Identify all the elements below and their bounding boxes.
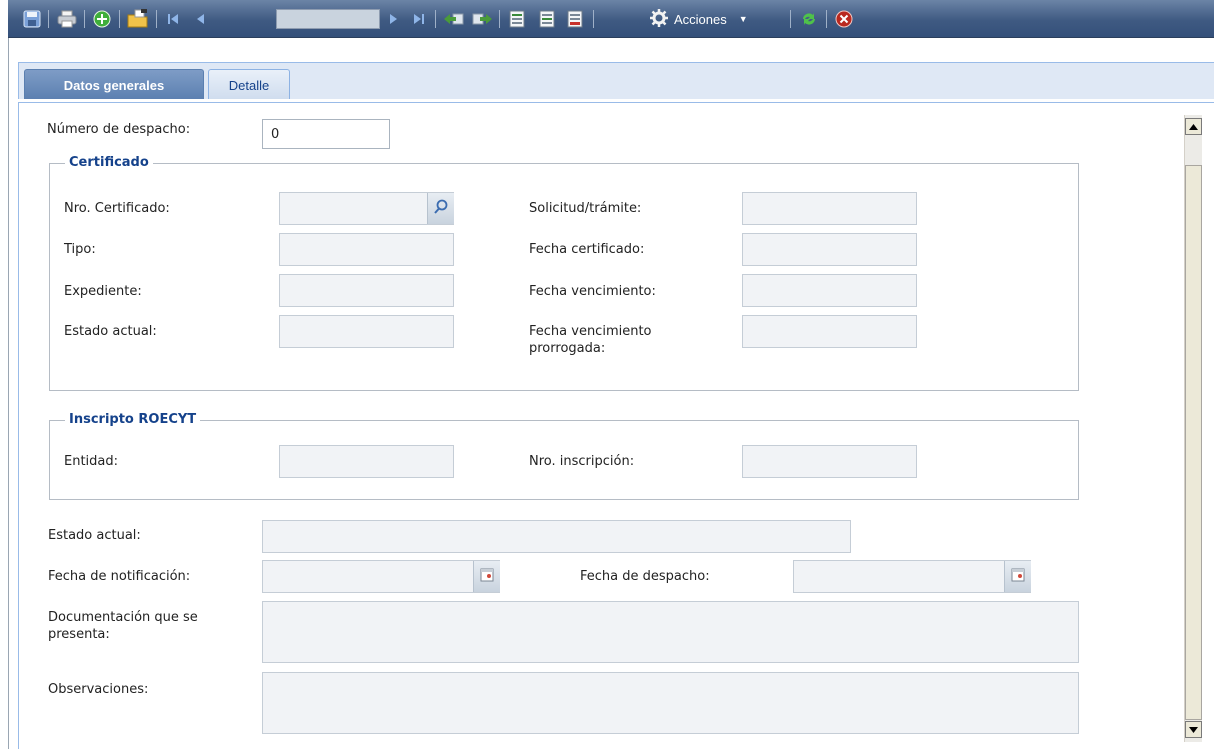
tab-datos-generales[interactable]: Datos generales [24, 69, 204, 100]
toolbar-separator [48, 10, 49, 28]
calendar-icon [480, 568, 494, 586]
nro-inscripcion-label: Nro. inscripción: [529, 454, 635, 469]
scroll-up-button[interactable] [1185, 118, 1202, 135]
report-red-icon[interactable] [564, 9, 586, 29]
documentacion-label: Documentación que se presenta: [48, 610, 198, 642]
toolbar-separator [119, 10, 120, 28]
tipo-label: Tipo: [64, 242, 96, 257]
tipo-input[interactable] [279, 233, 454, 266]
arrow-up-icon [1189, 119, 1198, 134]
numero-despacho-label: Número de despacho: [47, 122, 191, 137]
estado-actual-cert-label: Estado actual: [64, 324, 157, 339]
expediente-input[interactable] [279, 274, 454, 307]
nro-inscripcion-input[interactable] [742, 445, 917, 478]
add-icon[interactable] [91, 9, 113, 29]
fecha-certificado-label: Fecha certificado: [529, 242, 645, 257]
toolbar-separator [826, 10, 827, 28]
gear-icon [650, 8, 668, 30]
estado-actual-cert-input[interactable] [279, 315, 454, 348]
fecha-despacho-date-trigger[interactable] [1004, 561, 1031, 592]
report-icon[interactable] [506, 9, 528, 29]
form-panel: Número de despacho: 0 Certificado Nro. C… [18, 103, 1184, 749]
solicitud-input[interactable] [742, 192, 917, 225]
observaciones-label: Observaciones: [48, 682, 149, 697]
toolbar: Acciones ▼ [8, 0, 1214, 38]
scroll-thumb[interactable] [1185, 165, 1202, 720]
fecha-notificacion-input[interactable] [262, 560, 500, 593]
roecyt-legend: Inscripto ROECYT [65, 412, 201, 427]
documentacion-textarea[interactable] [262, 601, 1079, 663]
fecha-notificacion-label: Fecha de notificación: [48, 569, 191, 584]
observaciones-textarea[interactable] [262, 672, 1079, 734]
toolbar-separator [156, 10, 157, 28]
tab-detalle[interactable]: Detalle [208, 69, 290, 100]
fecha-vencimiento-input[interactable] [742, 274, 917, 307]
chevron-down-icon: ▼ [738, 14, 748, 24]
fecha-vencimiento-prorrogada-input[interactable] [742, 315, 917, 348]
fecha-notificacion-date-trigger[interactable] [473, 561, 500, 592]
expediente-label: Expediente: [64, 284, 142, 299]
next-icon[interactable] [384, 9, 402, 29]
report-alt-icon[interactable] [536, 9, 558, 29]
search-icon [433, 199, 449, 219]
close-icon[interactable] [833, 9, 855, 29]
nro-certificado-label: Nro. Certificado: [64, 201, 170, 216]
toolbar-separator [790, 10, 791, 28]
print-icon[interactable] [56, 9, 78, 29]
fecha-despacho-input[interactable] [793, 560, 1031, 593]
move-right-icon[interactable] [470, 9, 494, 29]
certificado-legend: Certificado [65, 155, 153, 170]
move-left-icon[interactable] [442, 9, 466, 29]
fecha-despacho-label: Fecha de despacho: [580, 569, 710, 584]
save-icon[interactable] [22, 9, 42, 29]
calendar-icon [1011, 568, 1025, 586]
entidad-input[interactable] [279, 445, 454, 478]
last-icon[interactable] [410, 9, 428, 29]
fecha-vencimiento-prorrogada-label: Fecha vencimiento prorrogada: [529, 324, 652, 356]
acciones-label: Acciones [674, 11, 727, 27]
estado-actual-input[interactable] [262, 520, 851, 553]
page-number-input[interactable] [276, 9, 380, 29]
toolbar-separator [593, 10, 594, 28]
vertical-scrollbar[interactable] [1184, 115, 1202, 742]
scroll-down-button[interactable] [1185, 721, 1202, 738]
open-folder-icon[interactable] [126, 9, 150, 29]
search-trigger-button[interactable] [427, 193, 454, 224]
fecha-vencimiento-label: Fecha vencimiento: [529, 284, 656, 299]
toolbar-separator [84, 10, 85, 28]
refresh-icon[interactable] [798, 9, 820, 29]
acciones-menu-button[interactable]: Acciones ▼ [650, 8, 748, 30]
first-icon[interactable] [164, 9, 182, 29]
estado-actual-label: Estado actual: [48, 528, 141, 543]
prev-icon[interactable] [192, 9, 210, 29]
fecha-certificado-input[interactable] [742, 233, 917, 266]
toolbar-separator [435, 10, 436, 28]
numero-despacho-input[interactable]: 0 [262, 119, 390, 149]
solicitud-label: Solicitud/trámite: [529, 201, 642, 216]
arrow-down-icon [1189, 722, 1198, 737]
entidad-label: Entidad: [64, 454, 119, 469]
toolbar-separator [499, 10, 500, 28]
